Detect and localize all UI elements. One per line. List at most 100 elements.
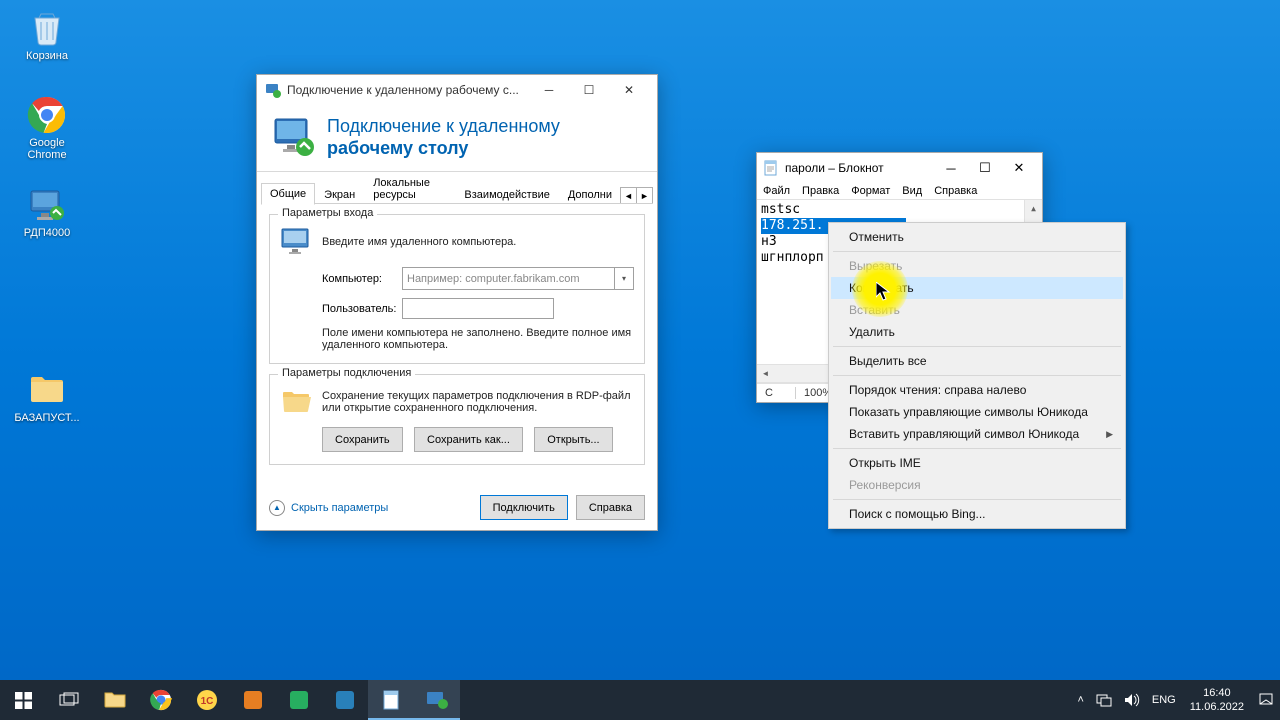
label-user: Пользователь:: [322, 303, 402, 315]
group-login-params: Параметры входа Введите имя удаленного к…: [269, 214, 645, 364]
open-button[interactable]: Открыть...: [534, 427, 612, 452]
notepad-title-text: пароли – Блокнот: [785, 161, 934, 175]
save-button[interactable]: Сохранить: [322, 427, 403, 452]
maximize-button[interactable]: ☐: [968, 155, 1002, 181]
ctx-bing-search[interactable]: Поиск с помощью Bing...: [831, 503, 1123, 525]
start-button[interactable]: [0, 680, 46, 720]
folder-open-icon: [280, 385, 314, 419]
ctx-undo[interactable]: Отменить: [831, 226, 1123, 248]
separator: [833, 251, 1121, 252]
tab-display[interactable]: Экран: [315, 184, 364, 205]
desktop-icon-label: Корзина: [12, 50, 82, 62]
ctx-paste[interactable]: Вставить: [831, 299, 1123, 321]
ctx-select-all[interactable]: Выделить все: [831, 350, 1123, 372]
tray-notifications-icon[interactable]: [1252, 680, 1280, 720]
menu-help[interactable]: Справка: [934, 185, 977, 197]
separator: [833, 499, 1121, 500]
login-warning: Поле имени компьютера не заполнено. Введ…: [280, 327, 634, 351]
hide-options-link[interactable]: ▲ Скрыть параметры: [269, 500, 388, 516]
group-legend: Параметры входа: [278, 207, 377, 219]
computer-combobox[interactable]: Например: computer.fabrikam.com ▾: [402, 267, 634, 290]
chevron-right-icon: ▶: [1106, 429, 1113, 440]
context-menu: Отменить Вырезать Копировать Вставить Уд…: [828, 222, 1126, 529]
desktop-icon-chrome[interactable]: Google Chrome: [12, 95, 82, 161]
close-button[interactable]: ✕: [609, 76, 649, 104]
desktop-icon-folder[interactable]: БАЗАПУСТ...: [12, 370, 82, 424]
desktop-icon-label: Google Chrome: [12, 137, 82, 161]
menu-view[interactable]: Вид: [902, 185, 922, 197]
ctx-rtl[interactable]: Порядок чтения: справа налево: [831, 379, 1123, 401]
tray-clock[interactable]: 16:40 11.06.2022: [1182, 680, 1252, 720]
notepad-menubar: Файл Правка Формат Вид Справка: [757, 183, 1042, 199]
monitor-icon: [280, 225, 314, 259]
taskbar-notepad[interactable]: [368, 680, 414, 720]
chevron-down-icon[interactable]: ▾: [614, 268, 633, 289]
ctx-copy[interactable]: Копировать: [831, 277, 1123, 299]
separator: [833, 346, 1121, 347]
desktop-icon-recycle-bin[interactable]: Корзина: [12, 8, 82, 62]
minimize-button[interactable]: ─: [934, 155, 968, 181]
tab-scroll-left[interactable]: ◄: [620, 187, 637, 204]
ctx-cut[interactable]: Вырезать: [831, 255, 1123, 277]
maximize-button[interactable]: ☐: [569, 76, 609, 104]
tray-volume-icon[interactable]: [1118, 680, 1146, 720]
rdp-panel-general: Параметры входа Введите имя удаленного к…: [257, 204, 657, 485]
tab-experience[interactable]: Взаимодействие: [455, 184, 558, 205]
ctx-delete[interactable]: Удалить: [831, 321, 1123, 343]
rdp-icon: [27, 185, 67, 225]
username-input[interactable]: [402, 298, 554, 319]
recycle-bin-icon: [27, 8, 67, 48]
tray-network-icon[interactable]: [1090, 680, 1118, 720]
separator: [833, 448, 1121, 449]
ctx-insert-unicode[interactable]: Вставить управляющий символ Юникода ▶: [831, 423, 1123, 445]
taskbar-explorer[interactable]: [92, 680, 138, 720]
tab-local-resources[interactable]: Локальные ресурсы: [364, 172, 455, 205]
taskbar-app-green[interactable]: [276, 680, 322, 720]
rdp-title-text: Подключение к удаленному рабочему с...: [287, 83, 529, 97]
notepad-icon: [763, 160, 779, 176]
scroll-up-icon[interactable]: ▲: [1025, 200, 1042, 217]
rdp-window: Подключение к удаленному рабочему с... ─…: [256, 74, 658, 531]
tab-scroll-right[interactable]: ►: [636, 187, 653, 204]
ctx-reconvert[interactable]: Реконверсия: [831, 474, 1123, 496]
svg-text:1C: 1C: [201, 696, 214, 707]
close-button[interactable]: ✕: [1002, 155, 1036, 181]
tray-language[interactable]: ENG: [1146, 680, 1182, 720]
separator: [833, 375, 1121, 376]
taskbar-app-1c[interactable]: 1C: [184, 680, 230, 720]
taskbar-app-orange[interactable]: [230, 680, 276, 720]
desktop-icon-label: РДП4000: [12, 227, 82, 239]
conn-hint-text: Сохранение текущих параметров подключени…: [322, 390, 634, 414]
computer-placeholder: Например: computer.fabrikam.com: [407, 273, 580, 285]
group-legend: Параметры подключения: [278, 367, 415, 379]
taskbar-chrome[interactable]: [138, 680, 184, 720]
rdp-header-title: Подключение к удаленному рабочему столу: [327, 116, 560, 159]
status-col: С: [765, 387, 796, 399]
conn-hint-row: Сохранение текущих параметров подключени…: [280, 385, 634, 419]
desktop-icon-label: БАЗАПУСТ...: [12, 412, 82, 424]
menu-format[interactable]: Формат: [851, 185, 890, 197]
chrome-icon: [27, 95, 67, 135]
notepad-line: mstsc: [761, 202, 1038, 218]
tray-chevron-up-icon[interactable]: ˄: [1071, 680, 1089, 720]
connect-button[interactable]: Подключить: [480, 495, 568, 520]
folder-icon: [27, 370, 67, 410]
ctx-open-ime[interactable]: Открыть IME: [831, 452, 1123, 474]
tab-advanced[interactable]: Дополни: [559, 184, 621, 205]
taskview-button[interactable]: [46, 680, 92, 720]
help-button[interactable]: Справка: [576, 495, 645, 520]
tab-general[interactable]: Общие: [261, 183, 315, 205]
save-as-button[interactable]: Сохранить как...: [414, 427, 523, 452]
desktop-icon-rdp4000[interactable]: РДП4000: [12, 185, 82, 239]
menu-edit[interactable]: Правка: [802, 185, 839, 197]
scroll-left-icon[interactable]: ◄: [757, 365, 774, 382]
taskbar-rdp[interactable]: [414, 680, 460, 720]
menu-file[interactable]: Файл: [763, 185, 790, 197]
rdp-titlebar[interactable]: Подключение к удаленному рабочему с... ─…: [257, 75, 657, 105]
notepad-titlebar[interactable]: пароли – Блокнот ─ ☐ ✕: [757, 153, 1042, 183]
minimize-button[interactable]: ─: [529, 76, 569, 104]
chevron-up-icon: ▲: [269, 500, 285, 516]
taskbar-app-blue[interactable]: [322, 680, 368, 720]
ctx-show-unicode[interactable]: Показать управляющие символы Юникода: [831, 401, 1123, 423]
rdp-footer: ▲ Скрыть параметры Подключить Справка: [257, 485, 657, 530]
